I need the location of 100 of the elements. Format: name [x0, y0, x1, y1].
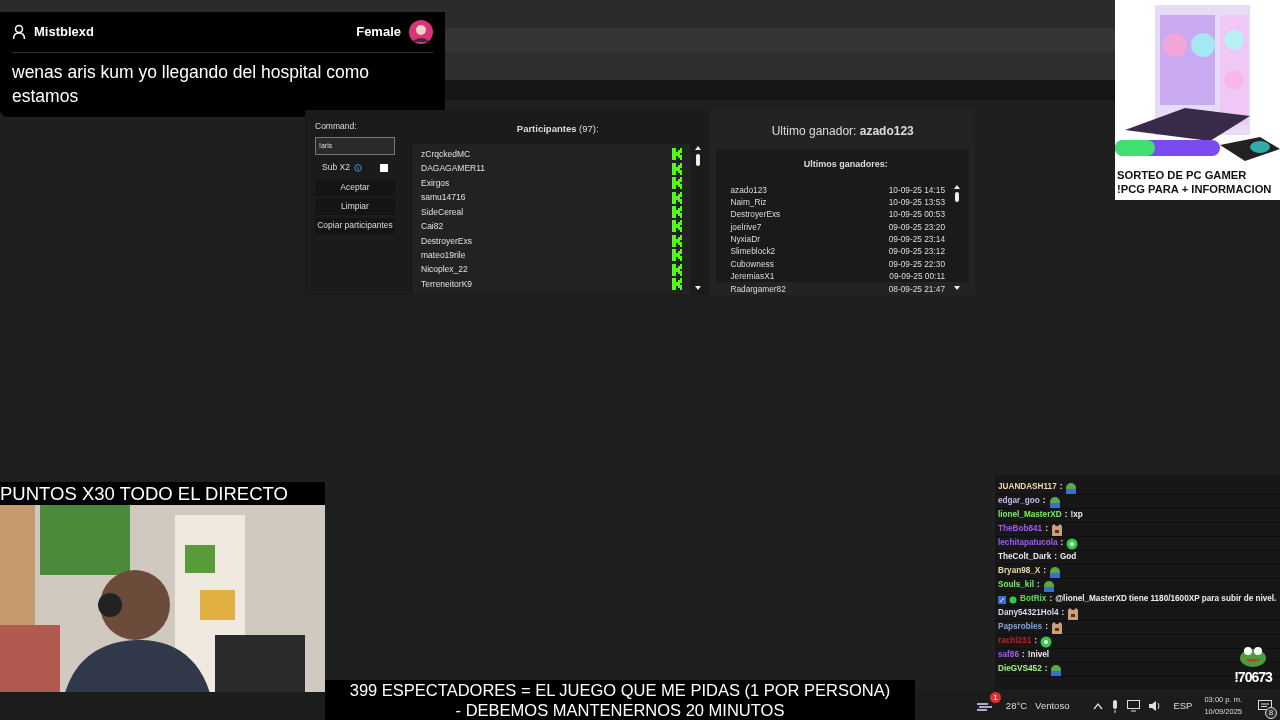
frog-emote-icon — [1050, 663, 1063, 676]
winner-date: 09-09-25 00:11 — [889, 270, 945, 283]
gender-label: Female — [356, 23, 401, 42]
chat-separator: : — [1034, 635, 1037, 648]
language-text: ESP — [1173, 698, 1193, 713]
chat-message: !xp — [1070, 509, 1083, 522]
winner-date: 10-09-25 13:53 — [888, 195, 945, 209]
chat-username: Bryan98_X — [998, 565, 1041, 578]
k-icon — [672, 278, 683, 291]
winner-date: 10-09-25 00:53 — [888, 208, 945, 221]
microphone-icon — [1111, 699, 1120, 713]
winner-date: 09-09-25 22:30 — [888, 257, 945, 271]
chat-message: God — [1059, 551, 1077, 564]
ad-text: !PCG PARA + INFORMACION — [1116, 182, 1273, 196]
username: Mistblexd — [34, 23, 94, 42]
message-text: wenas aris kum yo llegando del hospital como estamos — [12, 61, 370, 108]
participant-name: TerreneitorK9 — [421, 277, 473, 291]
clear-button[interactable]: Limpiar — [315, 198, 395, 215]
participant-name: samu14716 — [421, 191, 466, 205]
chat-separator: : — [1061, 607, 1065, 620]
participant-name: SideCereal — [421, 205, 464, 219]
participant-name: zCrqckedMC — [421, 148, 471, 161]
k-icon — [672, 177, 683, 190]
k-icon — [672, 191, 683, 204]
winners-heading: Ultimos ganadores: — [802, 158, 889, 171]
chat-separator: : — [1059, 481, 1063, 494]
chat-separator: : — [1060, 537, 1064, 550]
k-icon — [672, 162, 683, 175]
chat-separator: : — [1043, 565, 1047, 578]
chat-username: edgar_goo — [998, 495, 1040, 508]
chat-username: JUANDASH117 — [998, 481, 1057, 494]
winner-date: 09-09-25 23:12 — [888, 245, 945, 258]
weather-text: Ventoso — [1035, 698, 1070, 713]
notification-icon — [1258, 700, 1272, 712]
frog-emote-icon — [1048, 495, 1061, 508]
chat-username: rachi231 — [998, 635, 1032, 648]
copy-button[interactable]: Copiar participantes — [315, 217, 395, 234]
blob-emote-icon — [1066, 537, 1079, 550]
chat-username: saf86 — [998, 649, 1019, 662]
chat-separator: : — [1042, 495, 1046, 508]
chat-username: TheBob841 — [998, 523, 1043, 536]
chat-separator: : — [1054, 551, 1057, 564]
command-label: Command: — [315, 120, 358, 133]
chat-username: lionel_MasterXD — [998, 509, 1062, 522]
winner-date: 10-09-25 14:15 — [888, 183, 945, 196]
cat-emote-icon — [1050, 621, 1063, 634]
winner-name: azado123 — [730, 183, 767, 196]
chat-separator: : — [1045, 621, 1048, 634]
participants-heading: Participantes (97): — [515, 122, 600, 136]
avatar-icon — [409, 20, 433, 44]
participant-name: DAGAGAMER11 — [421, 162, 486, 176]
blob-emote-icon — [1039, 635, 1052, 648]
k-icon — [672, 220, 683, 233]
ad-text: SORTEO DE PC GAMER — [1116, 168, 1248, 182]
frog-emote-icon — [1049, 565, 1062, 578]
participant-name: Nicoplex_22 — [421, 263, 468, 277]
k-icon — [672, 234, 683, 247]
badge-icon — [1009, 595, 1017, 604]
chat-separator: : — [1044, 663, 1048, 676]
info-icon — [353, 163, 362, 172]
winner-name: Radargamer82 — [730, 282, 786, 295]
winner-name: Cubowness — [730, 257, 774, 271]
checkbox[interactable] — [379, 163, 388, 172]
temperature-text: 28°C — [1005, 698, 1028, 713]
chat-separator: : — [1021, 649, 1025, 662]
winner-date: 09-09-25 23:14 — [888, 233, 945, 246]
sub-option-label: Sub X2 — [322, 161, 350, 175]
weather-badge: 1 — [989, 692, 1001, 703]
winner-name: joelrive7 — [730, 220, 762, 234]
cat-emote-icon — [1067, 607, 1080, 620]
winner-date: 08-09-25 21:47 — [888, 282, 945, 295]
winner-date: 09-09-25 23:20 — [888, 220, 945, 234]
chat-username: DieGVS452 — [998, 663, 1042, 676]
winner-name: Slimeblock2 — [730, 245, 776, 258]
k-icon — [672, 148, 683, 161]
winner-name: Naim_Riz — [730, 195, 767, 209]
chat-username: Souls_kil — [998, 579, 1034, 592]
accept-button[interactable]: Aceptar — [315, 179, 395, 196]
k-icon — [672, 263, 683, 276]
chat-message: !nivel — [1027, 649, 1050, 662]
stream-banner: PUNTOS X30 TODO EL DIRECTO — [0, 482, 325, 505]
winner-name: DestroyerExs — [730, 208, 781, 221]
cat-emote-icon — [1050, 523, 1063, 536]
caption-text: - DEBEMOS MANTENERNOS 20 MINUTOS — [454, 700, 786, 720]
chevron-icon — [1093, 702, 1104, 710]
winner-name: NyxiaDr — [730, 233, 760, 246]
counter-text: !70673 — [1234, 668, 1272, 687]
k-icon — [672, 249, 683, 262]
chat-username: TheColt_Dark — [998, 551, 1052, 564]
participant-name: DestroyerExs — [421, 234, 472, 248]
frog-emote-icon — [1065, 481, 1078, 494]
speaker-icon — [1148, 700, 1162, 712]
chat-separator: : — [1045, 523, 1048, 536]
k-icon — [672, 206, 683, 219]
chat-message: @lionel_MasterXD tiene 1180/1600XP para subir de nivel. — [1055, 593, 1277, 606]
participant-name: Cai82 — [421, 220, 444, 233]
frog-emote-icon — [1042, 579, 1055, 592]
chat-username: lechitapatucola — [998, 537, 1058, 550]
frog-icon — [1239, 645, 1267, 667]
caption-text: 399 ESPECTADORES = EL JUEGO QUE ME PIDAS (1 POR PERSONA) — [348, 680, 892, 700]
